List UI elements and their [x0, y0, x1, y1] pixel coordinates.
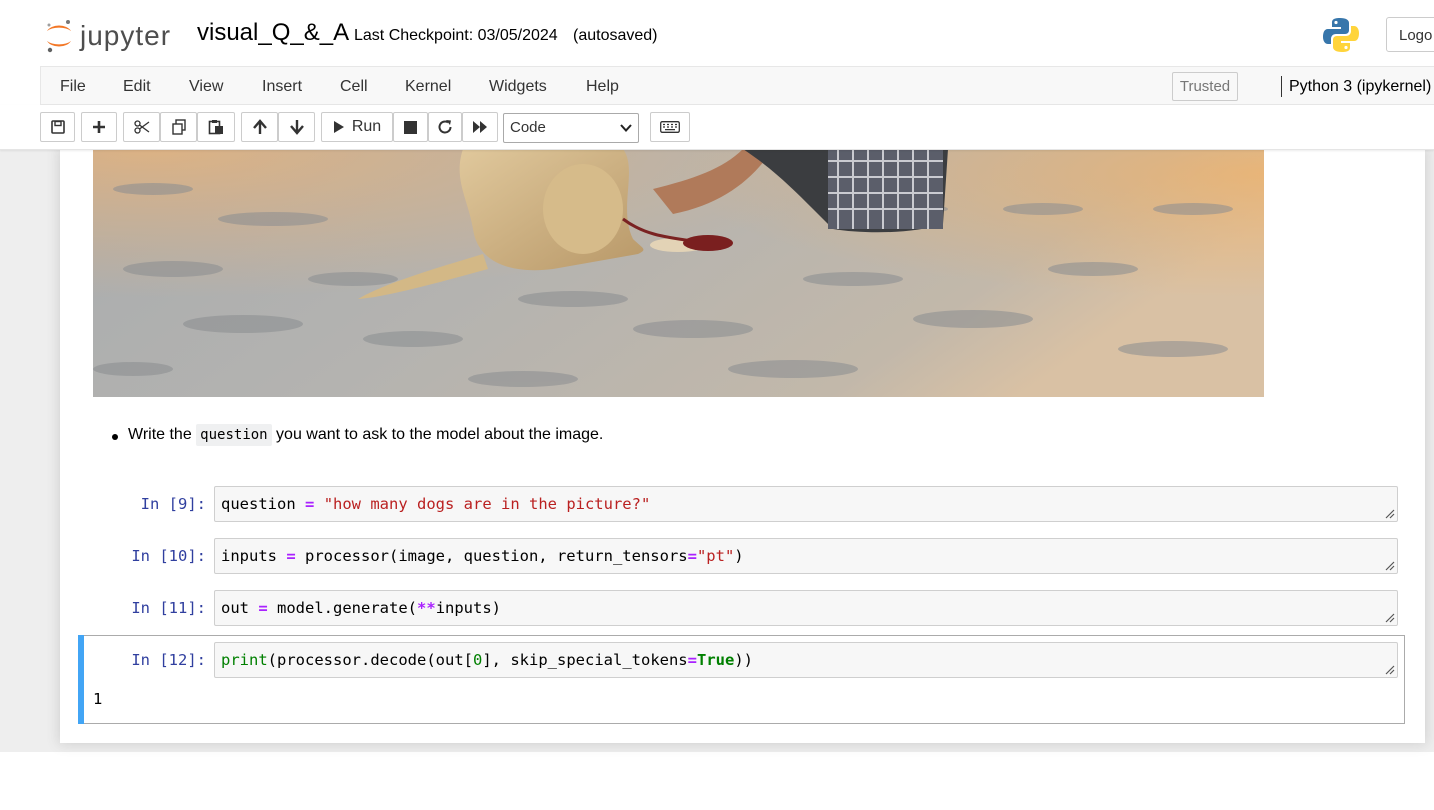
- plus-icon: [93, 121, 105, 133]
- code-line: out = model.generate(**inputs): [221, 599, 502, 617]
- save-button[interactable]: [40, 112, 75, 142]
- arrow-up-icon: [252, 119, 267, 134]
- jupyter-logo-text: jupyter: [80, 20, 172, 51]
- inline-code: question: [196, 424, 272, 446]
- restart-kernel-button[interactable]: [428, 112, 462, 142]
- copy-button[interactable]: [160, 112, 197, 142]
- instruction-text-before: Write the: [128, 426, 197, 443]
- menu-cell[interactable]: Cell: [340, 78, 368, 96]
- code-line: print(processor.decode(out[0], skip_spec…: [221, 651, 753, 669]
- trusted-indicator[interactable]: Trusted: [1172, 72, 1238, 101]
- cut-icon: [133, 120, 149, 134]
- move-up-button[interactable]: [241, 112, 278, 142]
- fast-forward-icon: [473, 121, 487, 133]
- stop-icon: [404, 120, 417, 134]
- run-button[interactable]: Run: [321, 112, 393, 142]
- play-icon: [333, 121, 344, 133]
- move-down-button[interactable]: [278, 112, 315, 142]
- jupyter-logo[interactable]: jupyter: [44, 16, 171, 56]
- resize-handle-icon[interactable]: [1385, 509, 1395, 519]
- menu-widgets[interactable]: Widgets: [489, 78, 547, 96]
- run-label: Run: [351, 118, 382, 135]
- cell-prompt: In [11]:: [131, 599, 206, 617]
- notebook-container: Write the question you want to ask to th…: [60, 149, 1425, 743]
- menu-edit[interactable]: Edit: [123, 78, 151, 96]
- cut-button[interactable]: [123, 112, 160, 142]
- notebook-site[interactable]: Write the question you want to ask to th…: [0, 149, 1434, 752]
- command-palette-button[interactable]: [650, 112, 690, 142]
- code-cell-input[interactable]: question = "how many dogs are in the pic…: [214, 486, 1398, 522]
- paste-button[interactable]: [197, 112, 235, 142]
- cell-type-select[interactable]: Code: [503, 113, 639, 143]
- resize-handle-icon[interactable]: [1385, 561, 1395, 571]
- code-line: question = "how many dogs are in the pic…: [221, 495, 651, 513]
- header: jupyter visual_Q_&_A Last Checkpoint: 03…: [0, 0, 1434, 67]
- cell-prompt: In [12]:: [131, 651, 206, 669]
- restart-run-all-button[interactable]: [462, 112, 498, 142]
- checkpoint-status: Last Checkpoint: 03/05/2024: [354, 27, 558, 44]
- notebook-name[interactable]: visual_Q_&_A: [197, 19, 349, 47]
- code-cell-input[interactable]: inputs = processor(image, question, retu…: [214, 538, 1398, 574]
- restart-icon: [438, 120, 452, 134]
- resize-handle-icon[interactable]: [1385, 613, 1395, 623]
- bullet-point: [112, 434, 118, 440]
- kernel-divider: [1281, 76, 1282, 97]
- toolbar: Run: [0, 105, 1434, 150]
- menubar: File Edit View Insert Cell Kernel Widget…: [40, 66, 1434, 105]
- python-logo-icon: [1322, 16, 1360, 59]
- markdown-instruction: Write the question you want to ask to th…: [128, 424, 604, 446]
- logout-button[interactable]: Logo: [1386, 17, 1434, 52]
- instruction-text-after: you want to ask to the model about the i…: [271, 426, 604, 443]
- menu-insert[interactable]: Insert: [262, 78, 302, 96]
- arrow-down-icon: [289, 120, 304, 135]
- beach-image: [93, 149, 1264, 397]
- chevron-down-icon: [620, 124, 632, 132]
- insert-cell-button[interactable]: [81, 112, 117, 142]
- cell-prompt: In [9]:: [140, 495, 206, 513]
- menu-file[interactable]: File: [60, 78, 86, 96]
- menu-view[interactable]: View: [189, 78, 223, 96]
- copy-icon: [171, 119, 186, 135]
- menu-kernel[interactable]: Kernel: [405, 78, 451, 96]
- code-cell-input[interactable]: out = model.generate(**inputs): [214, 590, 1398, 626]
- selected-cell-indicator: [78, 635, 84, 724]
- paste-icon: [208, 120, 223, 135]
- resize-handle-icon[interactable]: [1385, 665, 1395, 675]
- code-line: inputs = processor(image, question, retu…: [221, 547, 744, 565]
- cell-type-value: Code: [510, 119, 546, 136]
- cell-prompt: In [10]:: [131, 547, 206, 565]
- code-cell-input[interactable]: print(processor.decode(out[0], skip_spec…: [214, 642, 1398, 678]
- kernel-name[interactable]: Python 3 (ipykernel): [1289, 78, 1431, 96]
- menu-help[interactable]: Help: [586, 78, 619, 96]
- save-icon: [50, 120, 65, 134]
- jupyter-logo-icon: [47, 20, 71, 53]
- keyboard-icon: [660, 121, 680, 133]
- interrupt-button[interactable]: [393, 112, 428, 142]
- autosave-status: (autosaved): [573, 27, 658, 44]
- cell-output: 1: [93, 690, 103, 708]
